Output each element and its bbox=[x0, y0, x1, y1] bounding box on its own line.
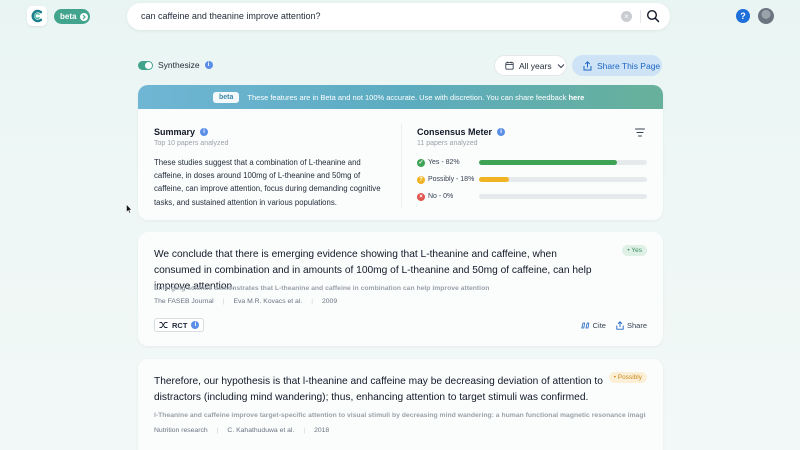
banner-beta-tag: beta bbox=[213, 91, 240, 103]
meta-divider: | bbox=[222, 298, 225, 305]
logo-icon bbox=[31, 9, 43, 23]
top-bar: beta can caffeine and theanine improve a… bbox=[0, 0, 800, 34]
meter-info-icon[interactable]: i bbox=[497, 128, 506, 136]
meter-label-no: No - 0% bbox=[428, 193, 454, 200]
clear-icon[interactable]: × bbox=[621, 11, 632, 22]
meter-row-possibly: ? Possibly - 18% bbox=[417, 175, 647, 184]
meter-track-no bbox=[479, 194, 647, 199]
meter-subtitle: 11 papers analyzed bbox=[417, 140, 478, 147]
study-type-label: RCT bbox=[172, 320, 188, 330]
share-label: Share bbox=[626, 321, 647, 330]
search-input[interactable]: can caffeine and theanine improve attent… bbox=[141, 11, 320, 21]
result-claim[interactable]: Therefore, our hypothesis is that l-thea… bbox=[154, 374, 604, 406]
author-names: C. Kahathuduwa et al. bbox=[227, 427, 295, 434]
panel-divider bbox=[401, 124, 402, 208]
banner-message: These features are in Beta and not 100% … bbox=[247, 92, 567, 102]
summary-text: These studies suggest that a combination… bbox=[154, 158, 381, 207]
cite-label: Cite bbox=[592, 321, 606, 330]
check-icon: ✓ bbox=[417, 158, 425, 167]
meter-label-yes: Yes - 82% bbox=[428, 159, 460, 166]
share-icon bbox=[583, 60, 592, 70]
result-card[interactable]: Therefore, our hypothesis is that l-thea… bbox=[138, 359, 663, 450]
calendar-icon bbox=[505, 61, 514, 70]
result-actions: Cite Share bbox=[580, 321, 647, 330]
summary-info-icon[interactable]: i bbox=[200, 128, 209, 136]
search-divider bbox=[640, 10, 641, 23]
meta-divider: | bbox=[311, 298, 313, 305]
meter-track-yes bbox=[479, 160, 647, 165]
possibly-icon: ? bbox=[417, 175, 425, 184]
share-button[interactable]: Share bbox=[616, 321, 647, 330]
result-takeaway[interactable]: Emerging science demonstrates that L-the… bbox=[154, 285, 646, 292]
summary-subtitle: Top 10 papers analyzed bbox=[154, 140, 229, 147]
meter-track-possibly bbox=[479, 177, 647, 182]
beta-label: beta bbox=[60, 12, 77, 21]
years-label: All years bbox=[519, 60, 552, 71]
yes-badge: • Yes bbox=[622, 245, 647, 256]
meter-bar-yes bbox=[479, 160, 617, 165]
meter-bar-possibly bbox=[479, 177, 510, 182]
study-type-info-icon[interactable]: i bbox=[191, 321, 200, 329]
avatar[interactable] bbox=[758, 8, 774, 24]
share-page-label: Share This Page bbox=[597, 60, 661, 71]
synthesis-panel: beta These features are in Beta and not … bbox=[138, 85, 663, 220]
beta-badge[interactable]: beta bbox=[54, 9, 90, 24]
shuffle-icon bbox=[159, 322, 168, 328]
result-card[interactable]: We conclude that there is emerging evide… bbox=[138, 232, 663, 346]
search-icon[interactable] bbox=[646, 9, 660, 23]
cite-button[interactable]: Cite bbox=[580, 321, 606, 330]
mouse-cursor-icon bbox=[126, 204, 132, 214]
banner-text: These features are in Beta and not 100% … bbox=[247, 93, 584, 102]
beta-banner: beta These features are in Beta and not … bbox=[138, 85, 663, 109]
meter-row-no: × No - 0% bbox=[417, 192, 647, 201]
synthesize-label: Synthesize bbox=[158, 60, 200, 70]
meter-label-possibly: Possibly - 18% bbox=[428, 176, 475, 183]
feedback-link[interactable]: here bbox=[568, 93, 584, 102]
meter-row-yes: ✓ Yes - 82% bbox=[417, 158, 647, 167]
consensus-meter-heading: Consensus Meter i bbox=[417, 127, 506, 137]
author-names: Eva M.R. Kovacs et al. bbox=[233, 298, 303, 305]
meta-divider: | bbox=[303, 427, 306, 434]
chevron-down-icon bbox=[557, 63, 564, 68]
consensus-logo[interactable] bbox=[27, 6, 47, 26]
summary-heading: Summary i bbox=[154, 127, 209, 137]
result-takeaway[interactable]: l-Theanine and caffeine improve target-s… bbox=[154, 412, 646, 419]
synthesize-toggle[interactable] bbox=[138, 60, 153, 70]
journal-name[interactable]: Nutrition research bbox=[154, 427, 208, 434]
publication-year: 2009 bbox=[321, 298, 338, 305]
share-icon bbox=[616, 321, 624, 330]
years-filter-button[interactable]: All years bbox=[494, 55, 567, 76]
search-bar[interactable]: can caffeine and theanine improve attent… bbox=[127, 3, 670, 30]
result-meta: The FASEB Journal | Eva M.R. Kovacs et a… bbox=[154, 298, 337, 305]
summary-title: Summary bbox=[154, 127, 196, 137]
publication-year: 2018 bbox=[314, 427, 330, 434]
meta-divider: | bbox=[216, 427, 219, 434]
meter-title: Consensus Meter bbox=[417, 127, 493, 137]
chevron-right-icon bbox=[80, 12, 89, 21]
journal-name[interactable]: The FASEB Journal bbox=[154, 298, 214, 305]
x-icon: × bbox=[417, 192, 425, 201]
result-meta: Nutrition research | C. Kahathuduwa et a… bbox=[154, 427, 329, 434]
study-type-badge[interactable]: RCT i bbox=[154, 318, 205, 332]
share-page-button[interactable]: Share This Page bbox=[572, 55, 662, 76]
possibly-badge: • Possibly bbox=[608, 372, 647, 383]
quote-icon bbox=[580, 322, 589, 329]
info-icon[interactable]: i bbox=[204, 61, 213, 69]
help-icon[interactable]: ? bbox=[736, 9, 750, 23]
filter-icon[interactable] bbox=[635, 128, 645, 137]
synthesize-toggle-row: Synthesize i bbox=[138, 60, 213, 70]
